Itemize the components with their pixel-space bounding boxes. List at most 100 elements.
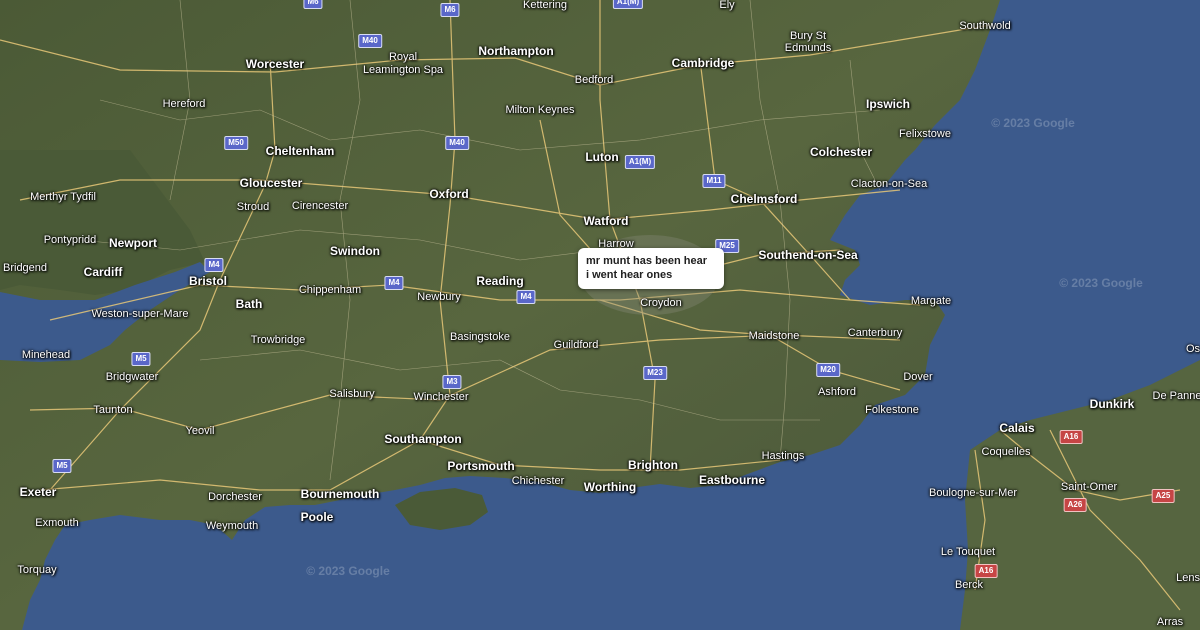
road-shield-m40-north: M40 [358, 34, 382, 48]
town-label-kettering: Kettering [522, 0, 568, 11]
info-balloon[interactable]: mr munt has been hear i went hear ones [578, 248, 724, 289]
town-label-saint-omer: Saint-Omer [1060, 481, 1118, 493]
town-label-basingstoke: Basingstoke [450, 331, 510, 343]
town-label-southend-on-sea: Southend-on-Sea [758, 248, 858, 262]
town-label-salisbury: Salisbury [329, 388, 375, 400]
town-label-hastings: Hastings [761, 450, 805, 462]
town-label-bath: Bath [235, 297, 263, 311]
town-label-brighton: Brighton [628, 458, 678, 472]
town-label-ipswich: Ipswich [865, 97, 911, 111]
town-label-taunton: Taunton [93, 404, 133, 416]
town-label-cheltenham: Cheltenham [265, 144, 335, 158]
town-label-cirencester: Cirencester [291, 200, 349, 212]
town-label-leamington-spa: Leamington Spa [362, 64, 444, 76]
road-shield-m50: M50 [224, 136, 248, 150]
road-shield-m23: M23 [643, 366, 667, 380]
road-shield-a16-south: A16 [974, 564, 998, 578]
town-label-croydon: Croydon [640, 297, 682, 309]
town-label-dorchester: Dorchester [208, 491, 262, 503]
town-label-chelmsford: Chelmsford [730, 192, 798, 206]
town-label-merthyr-tydfil: Merthyr Tydfil [30, 191, 96, 203]
town-label-worcester: Worcester [245, 57, 305, 71]
town-label-swindon: Swindon [330, 244, 380, 258]
town-label-weymouth: Weymouth [205, 520, 259, 532]
town-label-de-panne: De Panne [1152, 390, 1200, 402]
road-shield-m5-south: M5 [52, 459, 72, 473]
town-label-newbury: Newbury [417, 291, 461, 303]
town-label-bournemouth: Bournemouth [300, 487, 380, 501]
town-label-poole: Poole [300, 510, 334, 524]
town-label-royal: Royal [388, 51, 418, 63]
town-label-gloucester: Gloucester [239, 176, 303, 190]
town-label-bury-st: Bury St [789, 30, 827, 42]
map-watermark: © 2023 Google [1059, 276, 1143, 290]
town-label-reading: Reading [476, 274, 524, 288]
town-label-bridgend: Bridgend [3, 262, 48, 274]
town-label-winchester: Winchester [413, 391, 469, 403]
map-watermark: © 2023 Google [991, 116, 1075, 130]
town-label-exmouth: Exmouth [35, 517, 79, 529]
road-shield-m3: M3 [442, 375, 462, 389]
town-label-margate: Margate [910, 295, 952, 307]
town-label-torquay: Torquay [17, 564, 57, 576]
road-shield-m20: M20 [816, 363, 840, 377]
road-shield-a26: A26 [1063, 498, 1087, 512]
town-label-lens: Lens [1176, 572, 1200, 584]
town-label-bridgwater: Bridgwater [105, 371, 159, 383]
town-label-colchester: Colchester [809, 145, 873, 159]
town-label-minehead: Minehead [21, 349, 71, 361]
road-shield-m4-wales: M4 [204, 258, 224, 272]
town-label-ashford: Ashford [818, 386, 856, 398]
town-label-newport: Newport [109, 236, 157, 250]
town-label-pontypridd: Pontypridd [43, 234, 97, 246]
town-label-eastbourne: Eastbourne [698, 473, 766, 487]
town-label-trowbridge: Trowbridge [250, 334, 306, 346]
town-label-watford: Watford [583, 214, 629, 228]
town-label-os: Os [1185, 343, 1200, 355]
road-shield-a1m-north: A1(M) [612, 0, 644, 9]
road-shield-m5-north: M5 [131, 352, 151, 366]
town-label-folkestone: Folkestone [865, 404, 919, 416]
town-label-portsmouth: Portsmouth [447, 459, 515, 473]
town-label-cambridge: Cambridge [671, 56, 735, 70]
road-shield-m6: M6 [440, 3, 460, 17]
road-shield-m4-reading: M4 [516, 290, 536, 304]
town-label-chippenham: Chippenham [298, 284, 362, 296]
town-label-southampton: Southampton [384, 432, 462, 446]
town-label-cardiff: Cardiff [83, 265, 123, 279]
town-label-luton: Luton [585, 150, 619, 164]
town-label-chichester: Chichester [511, 475, 565, 487]
balloon-line-1: mr munt has been hear [586, 255, 708, 267]
town-label-exeter: Exeter [19, 485, 57, 499]
town-label-clacton-on-sea: Clacton-on-Sea [850, 178, 928, 190]
town-label-edmunds: Edmunds [784, 42, 832, 54]
town-label-canterbury: Canterbury [847, 327, 903, 339]
town-label-boulogne-sur-mer: Boulogne-sur-Mer [928, 487, 1018, 499]
road-shield-a16-calais: A16 [1059, 430, 1083, 444]
town-label-stroud: Stroud [236, 201, 270, 213]
town-label-felixstowe: Felixstowe [899, 128, 951, 140]
town-label-oxford: Oxford [429, 187, 469, 201]
town-label-weston-super-mare: Weston-super-Mare [91, 308, 189, 320]
road-shield-m11: M11 [702, 174, 726, 188]
town-label-ely: Ely [719, 0, 735, 11]
town-label-arras: Arras [1156, 616, 1184, 628]
town-label-maidstone: Maidstone [748, 330, 800, 342]
town-label-berck: Berck [954, 579, 984, 591]
road-shield-m40: M40 [445, 136, 469, 150]
town-label-guildford: Guildford [553, 339, 599, 351]
road-shield-m4-west: M4 [384, 276, 404, 290]
town-label-bedford: Bedford [574, 74, 614, 86]
road-shield-a1m: A1(M) [624, 155, 656, 169]
road-shield-a25: A25 [1151, 489, 1175, 503]
town-label-hereford: Hereford [162, 98, 206, 110]
town-label-yeovil: Yeovil [185, 425, 215, 437]
town-label-northampton: Northampton [478, 44, 554, 58]
town-label-dover: Dover [903, 371, 933, 383]
town-label-milton-keynes: Milton Keynes [505, 104, 575, 116]
town-label-le-touquet: Le Touquet [940, 546, 996, 558]
road-shield-m6-north: M6 [303, 0, 323, 9]
town-label-southwold: Southwold [959, 20, 1011, 32]
map-watermark: © 2023 Google [306, 564, 390, 578]
town-label-coquelles: Coquelles [981, 446, 1031, 458]
